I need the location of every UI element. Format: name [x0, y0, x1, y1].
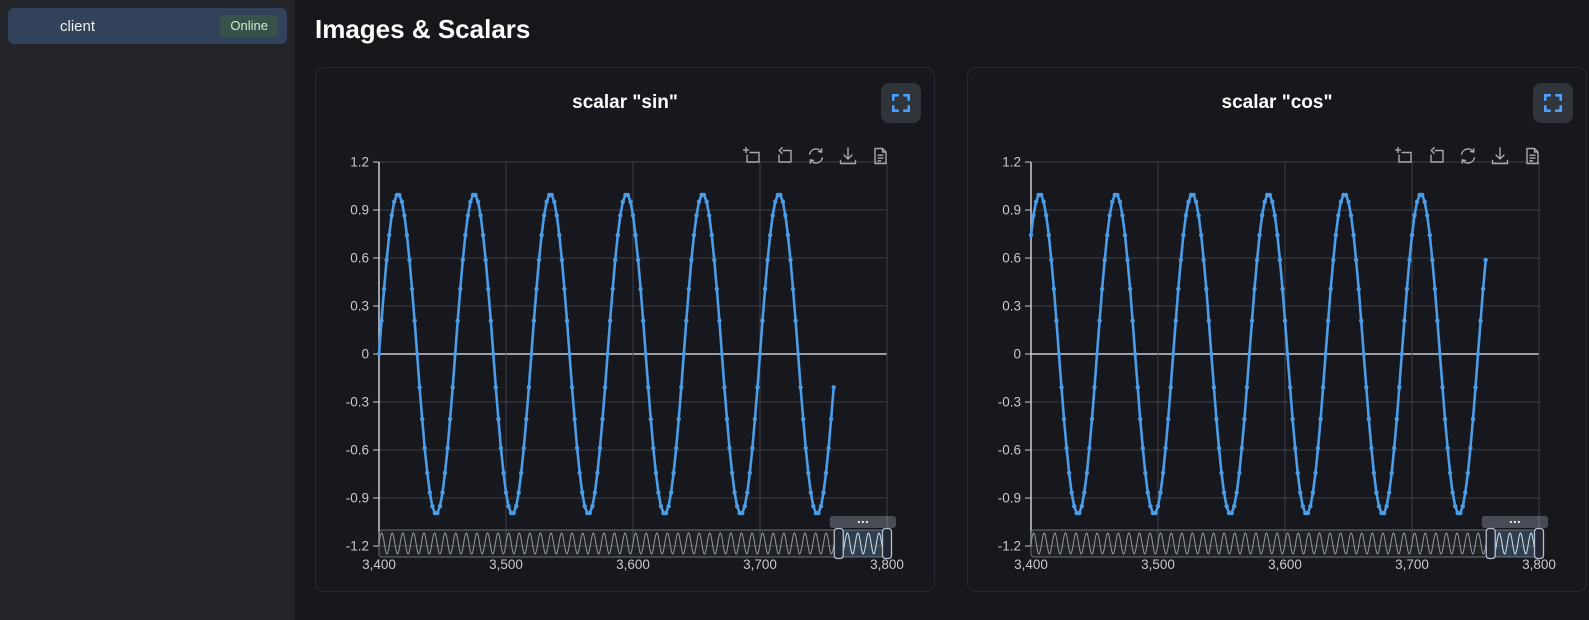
svg-text:3,700: 3,700 [743, 557, 777, 572]
restore-icon [1458, 146, 1478, 166]
client-entry[interactable]: client Online [8, 8, 287, 44]
chart-toolbox [742, 146, 890, 166]
svg-text:-0.3: -0.3 [346, 395, 369, 410]
svg-text:-0.9: -0.9 [346, 491, 369, 506]
svg-text:3,500: 3,500 [489, 557, 523, 572]
chart-card-sin: 1.2 0.9 0.6 0.3 0 -0.3 -0.6 -0.9 -1.2 3,400 3,500 3… [315, 67, 935, 592]
toolbox-data-view-button[interactable] [870, 146, 890, 166]
svg-text:-0.9: -0.9 [998, 491, 1021, 506]
svg-text:-1.2: -1.2 [346, 539, 369, 554]
svg-text:3,400: 3,400 [362, 557, 396, 572]
toolbox-data-view-button[interactable] [1522, 146, 1542, 166]
svg-text:0.3: 0.3 [350, 299, 369, 314]
client-label: client [60, 18, 95, 35]
svg-text:3,600: 3,600 [1268, 557, 1302, 572]
toolbox-restore-button[interactable] [806, 146, 826, 166]
toolbox-zoom-reset-button[interactable] [1426, 146, 1446, 166]
restore-icon [806, 146, 826, 166]
data-view-icon [1522, 146, 1542, 166]
svg-text:-1.2: -1.2 [998, 539, 1021, 554]
datazoom-handle-right[interactable] [1535, 529, 1544, 559]
svg-text:-0.6: -0.6 [998, 443, 1021, 458]
chart-toolbox [1394, 146, 1542, 166]
svg-text:0: 0 [1013, 347, 1021, 362]
main-panel: Images & Scalars 1.2 0.9 0.6 0.3 0 -0.3 -0.6 -0… [295, 0, 1589, 620]
datazoom-handle-right[interactable] [883, 529, 892, 559]
save-image-icon [1490, 146, 1510, 166]
toolbox-save-image-button[interactable] [838, 146, 858, 166]
toolbox-zoom-button[interactable] [742, 146, 762, 166]
svg-text:1.2: 1.2 [1002, 155, 1021, 170]
svg-text:3,800: 3,800 [870, 557, 904, 572]
data-view-icon [870, 146, 890, 166]
svg-text:-0.3: -0.3 [998, 395, 1021, 410]
zoom-reset-icon [1426, 146, 1446, 166]
zoom-box-icon [1394, 146, 1414, 166]
svg-text:1.2: 1.2 [350, 155, 369, 170]
save-image-icon [838, 146, 858, 166]
zoom-box-icon [742, 146, 762, 166]
svg-text:0.6: 0.6 [1002, 251, 1021, 266]
toolbox-save-image-button[interactable] [1490, 146, 1510, 166]
toolbox-restore-button[interactable] [1458, 146, 1478, 166]
datazoom-handle-left[interactable] [834, 529, 843, 559]
status-badge: Online [220, 15, 278, 37]
zoom-reset-icon [774, 146, 794, 166]
svg-text:0: 0 [361, 347, 369, 362]
svg-text:3,500: 3,500 [1141, 557, 1175, 572]
svg-text:0.9: 0.9 [350, 203, 369, 218]
datazoom-handle-left[interactable] [1486, 529, 1495, 559]
page-title: Images & Scalars [315, 14, 1589, 45]
cards-row: 1.2 0.9 0.6 0.3 0 -0.3 -0.6 -0.9 -1.2 3,400 3,500 3… [315, 67, 1589, 592]
svg-text:0.9: 0.9 [1002, 203, 1021, 218]
svg-text:3,400: 3,400 [1014, 557, 1048, 572]
fullscreen-button[interactable] [881, 83, 921, 123]
sidebar: client Online [0, 0, 295, 620]
toolbox-zoom-button[interactable] [1394, 146, 1414, 166]
fullscreen-button[interactable] [1533, 83, 1573, 123]
svg-text:0.6: 0.6 [350, 251, 369, 266]
svg-text:3,600: 3,600 [616, 557, 650, 572]
fullscreen-icon [890, 92, 912, 114]
svg-text:3,800: 3,800 [1522, 557, 1556, 572]
svg-text:-0.6: -0.6 [346, 443, 369, 458]
chart-card-cos: 1.2 0.9 0.6 0.3 0 -0.3 -0.6 -0.9 -1.2 3,400 3,500 3… [967, 67, 1587, 592]
fullscreen-icon [1542, 92, 1564, 114]
svg-text:3,700: 3,700 [1395, 557, 1429, 572]
toolbox-zoom-reset-button[interactable] [774, 146, 794, 166]
svg-text:0.3: 0.3 [1002, 299, 1021, 314]
